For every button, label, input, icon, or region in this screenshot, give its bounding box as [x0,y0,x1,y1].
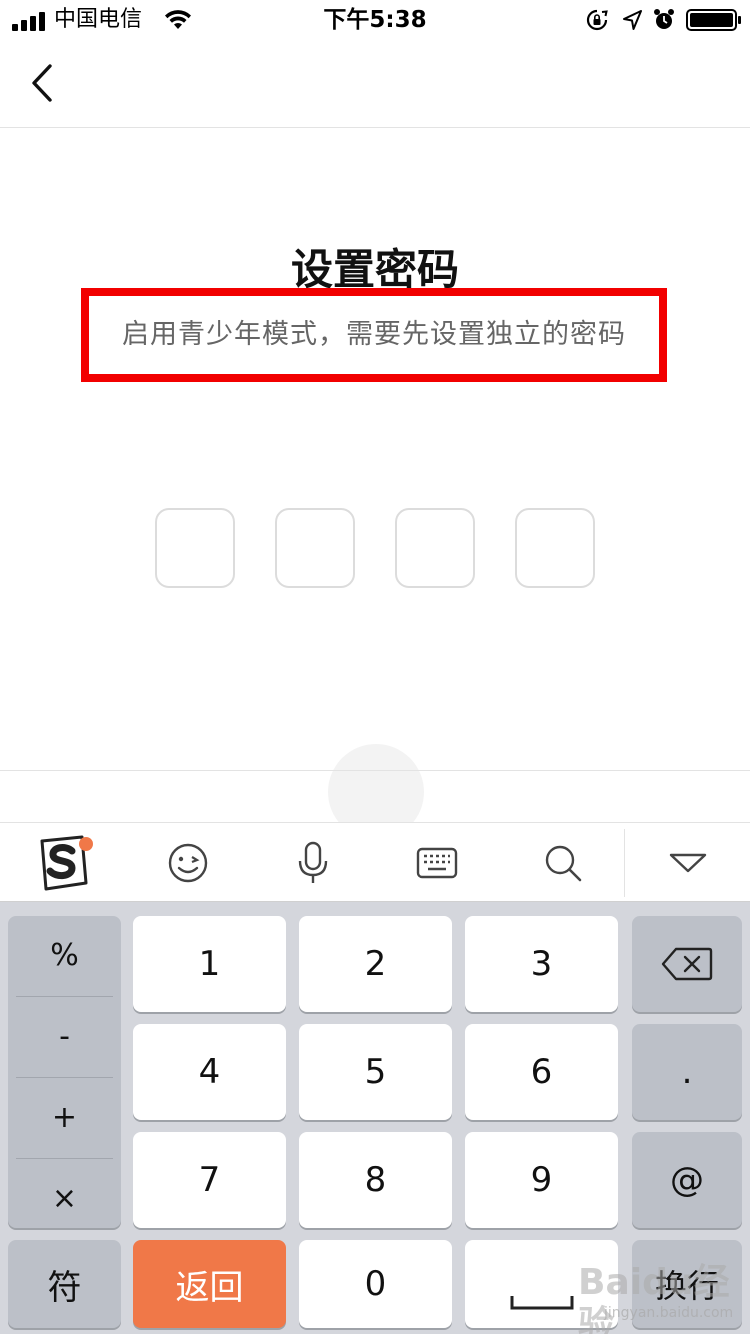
key-5[interactable]: 5 [299,1024,452,1120]
backspace-icon [661,947,713,981]
numeric-keyboard: % - + × 1 2 3 4 5 6 . 7 8 9 @ 符 返回 0 换行 [0,902,750,1334]
page-subtitle: 启用青少年模式，需要先设置独立的密码 [122,319,626,350]
microphone-icon [298,841,328,883]
search-button[interactable] [523,823,603,903]
key-2[interactable]: 2 [299,916,452,1012]
key-6[interactable]: 6 [465,1024,618,1120]
collapse-keyboard-icon [669,853,707,873]
battery-icon [686,9,741,31]
key-8[interactable]: 8 [299,1132,452,1228]
key-4[interactable]: 4 [133,1024,286,1120]
pin-digit-box-1[interactable] [155,508,235,588]
keyboard-toolbar [0,822,750,902]
back-arrow-icon[interactable] [22,60,62,106]
rotation-lock-icon [586,9,608,31]
space-bar-icon [510,1296,573,1310]
key-7[interactable]: 7 [133,1132,286,1228]
delete-key[interactable] [632,916,742,1012]
pin-digit-box-4[interactable] [515,508,595,588]
navigation-bar [0,40,750,128]
highlight-annotation-box: 启用青少年模式，需要先设置独立的密码 [81,288,667,382]
notification-dot [79,837,93,851]
back-key[interactable]: 返回 [133,1240,286,1328]
enter-key[interactable]: 换行 [632,1240,742,1328]
search-icon [545,845,582,882]
pin-input [155,508,595,588]
key-dot[interactable]: . [632,1024,742,1120]
key-multiply[interactable]: × [8,1159,121,1237]
content-divider [0,770,750,771]
key-plus[interactable]: + [8,1078,121,1156]
toolbar-divider [624,829,625,897]
symbol-switch-key[interactable]: 符 [8,1240,121,1328]
alarm-clock-icon [654,9,674,29]
space-key[interactable] [465,1240,618,1328]
symbol-column: % - + × [8,916,121,1228]
key-9[interactable]: 9 [465,1132,618,1228]
key-0[interactable]: 0 [299,1240,452,1328]
key-3[interactable]: 3 [465,916,618,1012]
sogou-logo-button[interactable] [24,823,104,903]
emoji-icon [168,843,208,883]
pin-digit-box-3[interactable] [395,508,475,588]
keyboard-icon [416,847,458,879]
collapse-keyboard-button[interactable] [648,823,728,903]
status-bar: 中国电信 下午5:38 [0,0,750,40]
voice-input-button[interactable] [273,823,353,903]
keyboard-switch-button[interactable] [397,823,477,903]
location-arrow-icon [623,10,642,30]
emoji-button[interactable] [148,823,228,903]
key-1[interactable]: 1 [133,916,286,1012]
key-at[interactable]: @ [632,1132,742,1228]
key-minus[interactable]: - [8,997,121,1075]
pin-digit-box-2[interactable] [275,508,355,588]
sogou-logo-icon [40,835,93,891]
key-percent[interactable]: % [8,916,121,994]
